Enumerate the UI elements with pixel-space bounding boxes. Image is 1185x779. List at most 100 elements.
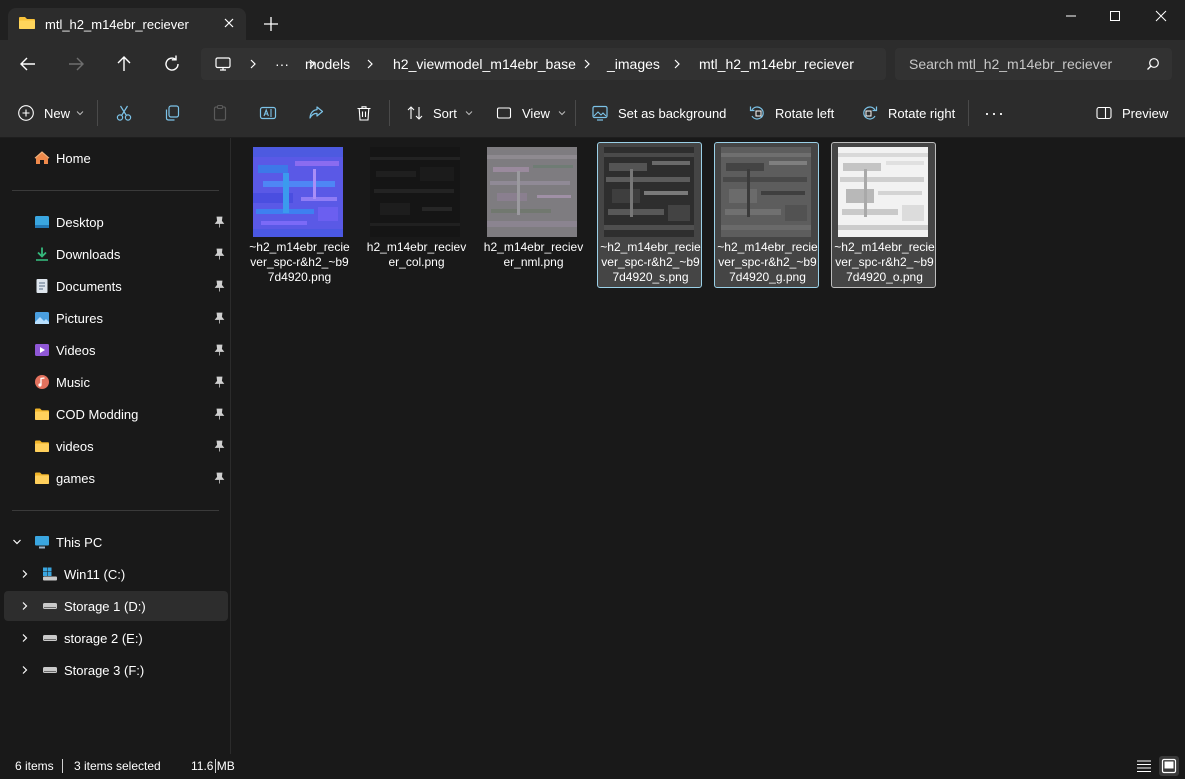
file-item-selected-focused[interactable]: ~h2_m14ebr_reciever_spc-r&h2_~b97d4920_o… (831, 142, 936, 288)
file-list-view[interactable]: ~h2_m14ebr_reciever_spc-r&h2_~b97d4920.p… (232, 138, 1185, 754)
maximize-icon[interactable] (1105, 6, 1125, 26)
chevron-right-icon[interactable] (20, 633, 30, 643)
cut-button[interactable] (115, 102, 133, 124)
chevron-down-icon (76, 111, 84, 116)
file-item[interactable]: h2_m14ebr_reciever_nml.png (480, 142, 585, 288)
file-item-selected[interactable]: ~h2_m14ebr_reciever_spc-r&h2_~b97d4920_s… (597, 142, 702, 288)
share-icon (309, 106, 324, 119)
pictures-icon (35, 312, 49, 324)
sidebar-item-home[interactable]: Home (4, 143, 228, 173)
up-icon[interactable] (112, 52, 136, 76)
rename-button[interactable] (259, 102, 277, 124)
tab-active[interactable]: mtl_h2_m14ebr_reciever (8, 8, 246, 41)
drive-icon (43, 667, 57, 673)
chevron-right-icon[interactable] (20, 569, 30, 579)
close-tab-icon[interactable] (220, 14, 238, 32)
sidebar-item-games[interactable]: games (4, 463, 228, 493)
breadcrumb-h2-viewmodel[interactable]: h2_viewmodel_m14ebr_base (393, 56, 576, 72)
pin-icon[interactable] (214, 248, 225, 260)
image-thumbnail (370, 147, 460, 237)
copy-button[interactable] (163, 102, 181, 124)
pin-icon[interactable] (214, 344, 225, 356)
file-item-selected[interactable]: ~h2_m14ebr_reciever_spc-r&h2_~b97d4920_g… (714, 142, 819, 288)
breadcrumb-models[interactable]: models (305, 56, 350, 72)
sidebar-item-downloads[interactable]: Downloads (4, 239, 228, 269)
more-icon: ··· (984, 103, 1005, 123)
sidebar-item-documents[interactable]: Documents (4, 271, 228, 301)
view-label: View (522, 105, 550, 121)
refresh-icon[interactable] (160, 52, 184, 76)
preview-pane-button[interactable]: Preview (1095, 102, 1168, 124)
home-icon (34, 151, 50, 164)
toolbar-divider (968, 100, 969, 126)
search-input[interactable]: Search mtl_h2_m14ebr_reciever (895, 48, 1172, 80)
sidebar-item-cod-modding[interactable]: COD Modding (4, 399, 228, 429)
search-placeholder: Search mtl_h2_m14ebr_reciever (909, 56, 1113, 72)
file-name: ~h2_m14ebr_reciever_spc-r&h2_~b97d4920_o… (834, 240, 935, 284)
rename-icon (259, 106, 277, 120)
set-as-background-button[interactable]: Set as background (591, 102, 726, 124)
rotate-right-button[interactable]: Rotate right (861, 102, 955, 124)
sidebar-item-videos-folder[interactable]: videos (4, 431, 228, 461)
chevron-right-icon[interactable] (20, 665, 30, 675)
pin-icon[interactable] (214, 440, 225, 452)
pin-icon[interactable] (214, 280, 225, 292)
sort-button[interactable]: Sort (406, 102, 473, 124)
close-window-icon[interactable] (1151, 6, 1171, 26)
chevron-right-icon (250, 59, 256, 69)
sidebar-item-pictures[interactable]: Pictures (4, 303, 228, 333)
view-icon (496, 107, 512, 119)
sidebar-item-desktop[interactable]: Desktop (4, 207, 228, 237)
share-button[interactable] (307, 102, 325, 124)
more-options-button[interactable]: ··· (984, 102, 1005, 124)
new-button[interactable]: New (17, 102, 84, 124)
sidebar-label: Music (56, 375, 90, 390)
sidebar-label: storage 2 (E:) (64, 631, 143, 646)
delete-button[interactable] (355, 102, 373, 124)
plus-circle-icon (18, 105, 34, 121)
sidebar-item-drive-c[interactable]: Win11 (C:) (4, 559, 228, 589)
new-tab-icon[interactable] (261, 14, 281, 34)
pin-icon[interactable] (214, 472, 225, 484)
pin-icon[interactable] (214, 408, 225, 420)
selection-size: 11.6 MB (191, 759, 235, 773)
chevron-right-icon[interactable] (20, 601, 30, 611)
sidebar-item-this-pc[interactable]: This PC (4, 527, 228, 557)
sidebar-label: games (56, 471, 96, 486)
details-view-icon[interactable] (1134, 756, 1154, 776)
rotate-left-button[interactable]: Rotate left (748, 102, 834, 124)
sidebar-item-videos[interactable]: Videos (4, 335, 228, 365)
breadcrumb-images[interactable]: _images (607, 56, 660, 72)
view-button[interactable]: View (495, 102, 566, 124)
sidebar-item-drive-d[interactable]: Storage 1 (D:) (4, 591, 228, 621)
sidebar-label: Storage 3 (F:) (64, 663, 145, 678)
address-bar[interactable]: ··· models h2_viewmodel_m14ebr_base _ima… (201, 48, 886, 80)
file-item[interactable]: h2_m14ebr_reciever_col.png (363, 142, 468, 288)
image-thumbnail (721, 147, 811, 237)
image-thumbnail (838, 147, 928, 237)
sidebar-item-drive-f[interactable]: Storage 3 (F:) (4, 655, 228, 685)
file-name: h2_m14ebr_reciever_nml.png (483, 240, 584, 269)
status-bar: 6 items 3 items selected 11.6 MB (0, 754, 1185, 779)
large-icons-view-icon[interactable] (1159, 756, 1179, 776)
this-pc-icon (215, 57, 231, 71)
image-thumbnail (253, 147, 343, 237)
file-item[interactable]: ~h2_m14ebr_reciever_spc-r&h2_~b97d4920.p… (246, 142, 351, 288)
pin-icon[interactable] (214, 312, 225, 324)
image-thumbnail (604, 147, 694, 237)
sidebar-item-music[interactable]: Music (4, 367, 228, 397)
preview-label: Preview (1122, 105, 1169, 121)
videos-icon (35, 344, 49, 356)
folder-icon (35, 440, 49, 452)
sidebar-label: Win11 (C:) (64, 567, 126, 582)
pin-icon[interactable] (214, 216, 225, 228)
pin-icon[interactable] (214, 376, 225, 388)
breadcrumb-overflow[interactable]: ··· (275, 56, 289, 72)
paste-button[interactable] (211, 102, 229, 124)
breadcrumb-current[interactable]: mtl_h2_m14ebr_reciever (699, 56, 854, 72)
forward-icon[interactable] (64, 52, 88, 76)
minimize-icon[interactable] (1061, 6, 1081, 26)
chevron-down-icon[interactable] (12, 537, 22, 547)
sidebar-item-drive-e[interactable]: storage 2 (E:) (4, 623, 228, 653)
back-icon[interactable] (16, 52, 40, 76)
